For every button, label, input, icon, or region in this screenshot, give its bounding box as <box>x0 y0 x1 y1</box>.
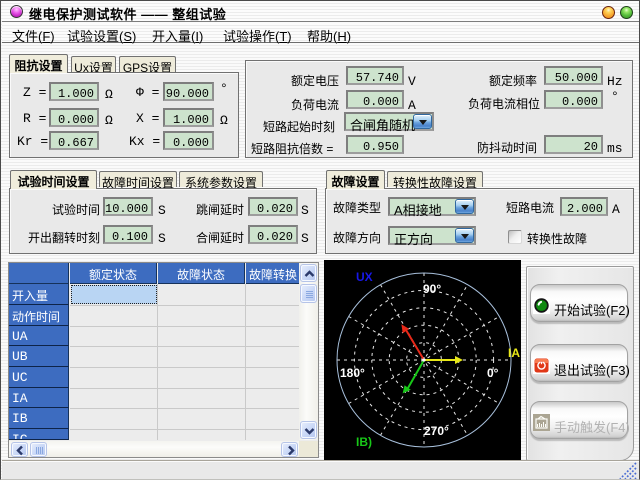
svg-text:180°: 180° <box>340 366 365 380</box>
svg-text:90°: 90° <box>423 282 441 296</box>
svg-text:IA: IA <box>508 346 520 360</box>
svg-text:UX: UX <box>356 270 373 284</box>
svg-text:IB): IB) <box>356 435 372 449</box>
svg-text:270°: 270° <box>424 424 449 438</box>
svg-text:0°: 0° <box>487 366 499 380</box>
